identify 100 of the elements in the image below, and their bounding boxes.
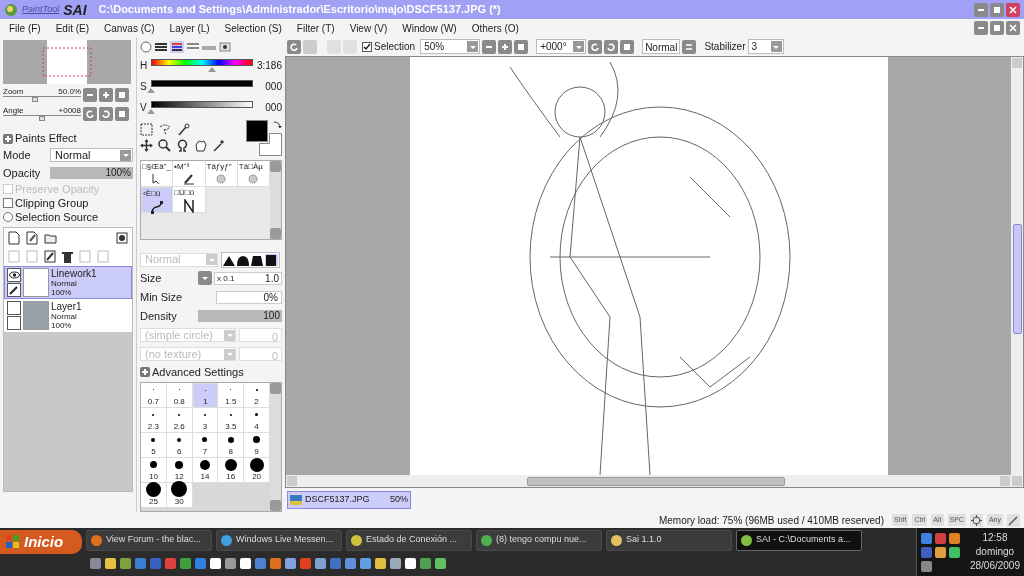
- trash-icon[interactable]: [62, 249, 73, 263]
- flip-button[interactable]: [682, 39, 697, 54]
- tray-icon[interactable]: [921, 560, 932, 572]
- taskbar-button[interactable]: Sai 1.1.0: [606, 529, 732, 551]
- menu-item[interactable]: Layer (L): [164, 20, 215, 36]
- brush-size-preset[interactable]: 2.3: [141, 407, 167, 433]
- visibility-toggle[interactable]: [7, 301, 21, 315]
- edit-toggle[interactable]: [7, 283, 21, 297]
- layer-row[interactable]: Linework1 Normal 100%: [4, 266, 132, 299]
- minimize-button[interactable]: [974, 2, 988, 17]
- tray-icon[interactable]: [949, 532, 960, 544]
- selection-checkbox[interactable]: Selection: [362, 39, 416, 54]
- rotate-icon[interactable]: [176, 138, 189, 152]
- menu-item[interactable]: Selection (S): [219, 20, 287, 36]
- taskbar-button[interactable]: (8) tengo compu nue...: [476, 529, 602, 551]
- tool-slot[interactable]: □§Œä"_: [141, 161, 174, 188]
- brush-size-preset[interactable]: 1: [192, 382, 219, 408]
- foreground-color-swatch[interactable]: [246, 119, 268, 142]
- size-dropdown[interactable]: [198, 271, 212, 286]
- edit-toggle[interactable]: [7, 316, 21, 330]
- tray-icon[interactable]: [935, 532, 946, 544]
- tool-slot[interactable]: ‹È□ü: [141, 187, 174, 214]
- zoom-in-button[interactable]: [498, 39, 513, 54]
- tool-slot[interactable]: □Ü□ü: [173, 187, 206, 214]
- color-wheel-icon[interactable]: [140, 40, 152, 53]
- layer-row[interactable]: Layer1 Normal 100%: [4, 299, 132, 332]
- scratchpad-icon[interactable]: [219, 40, 231, 53]
- magic-wand-icon[interactable]: [177, 122, 190, 136]
- brush-size-preset[interactable]: 20: [244, 457, 270, 483]
- navigator-preview[interactable]: [3, 40, 131, 84]
- opacity-slider[interactable]: 100%: [50, 167, 133, 179]
- option-radio[interactable]: Selection Source: [3, 211, 133, 223]
- visibility-toggle[interactable]: [7, 268, 21, 282]
- zoom-out-button[interactable]: [482, 39, 497, 54]
- brush-size-preset[interactable]: 0.7: [141, 382, 167, 408]
- slider-track[interactable]: [3, 96, 81, 102]
- tool-slot[interactable]: Tâ□Àµ: [237, 161, 270, 188]
- view-mode-button[interactable]: Normal: [642, 39, 681, 54]
- new-layer-icon[interactable]: [8, 231, 20, 245]
- taskbar-button[interactable]: View Forum - the blac...: [86, 529, 212, 551]
- minimize-button[interactable]: [974, 21, 988, 35]
- min-size-field[interactable]: 0%: [216, 290, 282, 304]
- angle-dropdown[interactable]: +000°: [536, 39, 587, 54]
- layer-mask-icon[interactable]: [116, 232, 128, 244]
- option-checkbox[interactable]: Clipping Group: [3, 197, 133, 209]
- menu-item[interactable]: Others (O): [466, 20, 524, 36]
- brush-shape-icon[interactable]: [265, 253, 278, 266]
- rotate-left-button[interactable]: [83, 106, 97, 121]
- rotate-right-button[interactable]: [99, 106, 113, 121]
- quick-launch-icon[interactable]: [240, 557, 251, 569]
- brush-size-preset[interactable]: 16: [218, 457, 245, 483]
- clear-layer-icon[interactable]: [44, 249, 56, 263]
- rotate-right-button[interactable]: [604, 39, 619, 54]
- zoom-out-button[interactable]: [83, 87, 97, 102]
- eyedropper-icon[interactable]: [212, 138, 225, 152]
- reset-angle-button[interactable]: [620, 39, 635, 54]
- menu-item[interactable]: View (V): [344, 20, 393, 36]
- menu-item[interactable]: Canvas (C): [99, 20, 160, 36]
- tool-slot[interactable]: Tâƒyƒ": [205, 161, 238, 188]
- menu-item[interactable]: File (F): [4, 20, 46, 36]
- brush-size-preset[interactable]: 4: [244, 407, 270, 433]
- tool-slot[interactable]: ▪M˘³: [173, 161, 206, 188]
- hsv-sliders-icon[interactable]: [170, 40, 184, 53]
- expand-icon[interactable]: [3, 133, 13, 144]
- rotate-left-button[interactable]: [588, 39, 603, 54]
- background-color-swatch[interactable]: [259, 132, 282, 156]
- undo-button[interactable]: [287, 39, 301, 54]
- menu-item[interactable]: Filter (T): [291, 20, 340, 36]
- menu-item[interactable]: Edit (E): [50, 20, 94, 36]
- brush-size-preset[interactable]: 0.8: [166, 382, 193, 408]
- zoom-in-button[interactable]: [99, 87, 113, 102]
- quick-launch-icon[interactable]: [390, 557, 401, 569]
- swap-colors-icon[interactable]: [273, 119, 282, 129]
- folder-icon[interactable]: [44, 232, 57, 244]
- expand-icon[interactable]: [140, 366, 150, 377]
- slider-thumb[interactable]: [39, 116, 45, 121]
- start-button[interactable]: Inicio: [0, 530, 82, 554]
- close-button[interactable]: [1006, 21, 1020, 35]
- menu-item[interactable]: Window (W): [397, 20, 462, 36]
- tray-icon[interactable]: [935, 546, 946, 558]
- brush-size-preset[interactable]: 25: [141, 482, 167, 508]
- vertical-scrollbar[interactable]: [1011, 57, 1023, 487]
- density-slider[interactable]: 100: [198, 310, 282, 323]
- brush-size-preset[interactable]: 3.5: [218, 407, 245, 433]
- quick-launch-icon[interactable]: [210, 557, 221, 569]
- mode-dropdown[interactable]: Normal: [50, 148, 133, 162]
- slider-thumb[interactable]: [31, 97, 38, 102]
- brush-size-preset[interactable]: 1.5: [218, 382, 245, 408]
- scrollbar[interactable]: [270, 161, 281, 240]
- zoom-icon[interactable]: [158, 138, 171, 152]
- taskbar-button[interactable]: Windows Live Messen...: [216, 529, 342, 551]
- stabilizer-dropdown[interactable]: 3: [747, 39, 784, 54]
- brush-shape-icon[interactable]: [237, 253, 250, 266]
- taskbar-button[interactable]: SAI - C:\Documents a...: [736, 529, 862, 551]
- maximize-button[interactable]: [990, 2, 1004, 17]
- close-button[interactable]: [1006, 2, 1020, 17]
- new-linework-layer-icon[interactable]: [26, 231, 38, 245]
- brush-size-preset[interactable]: 8: [218, 432, 245, 458]
- lasso-icon[interactable]: [158, 122, 172, 136]
- tray-icon[interactable]: [949, 546, 960, 558]
